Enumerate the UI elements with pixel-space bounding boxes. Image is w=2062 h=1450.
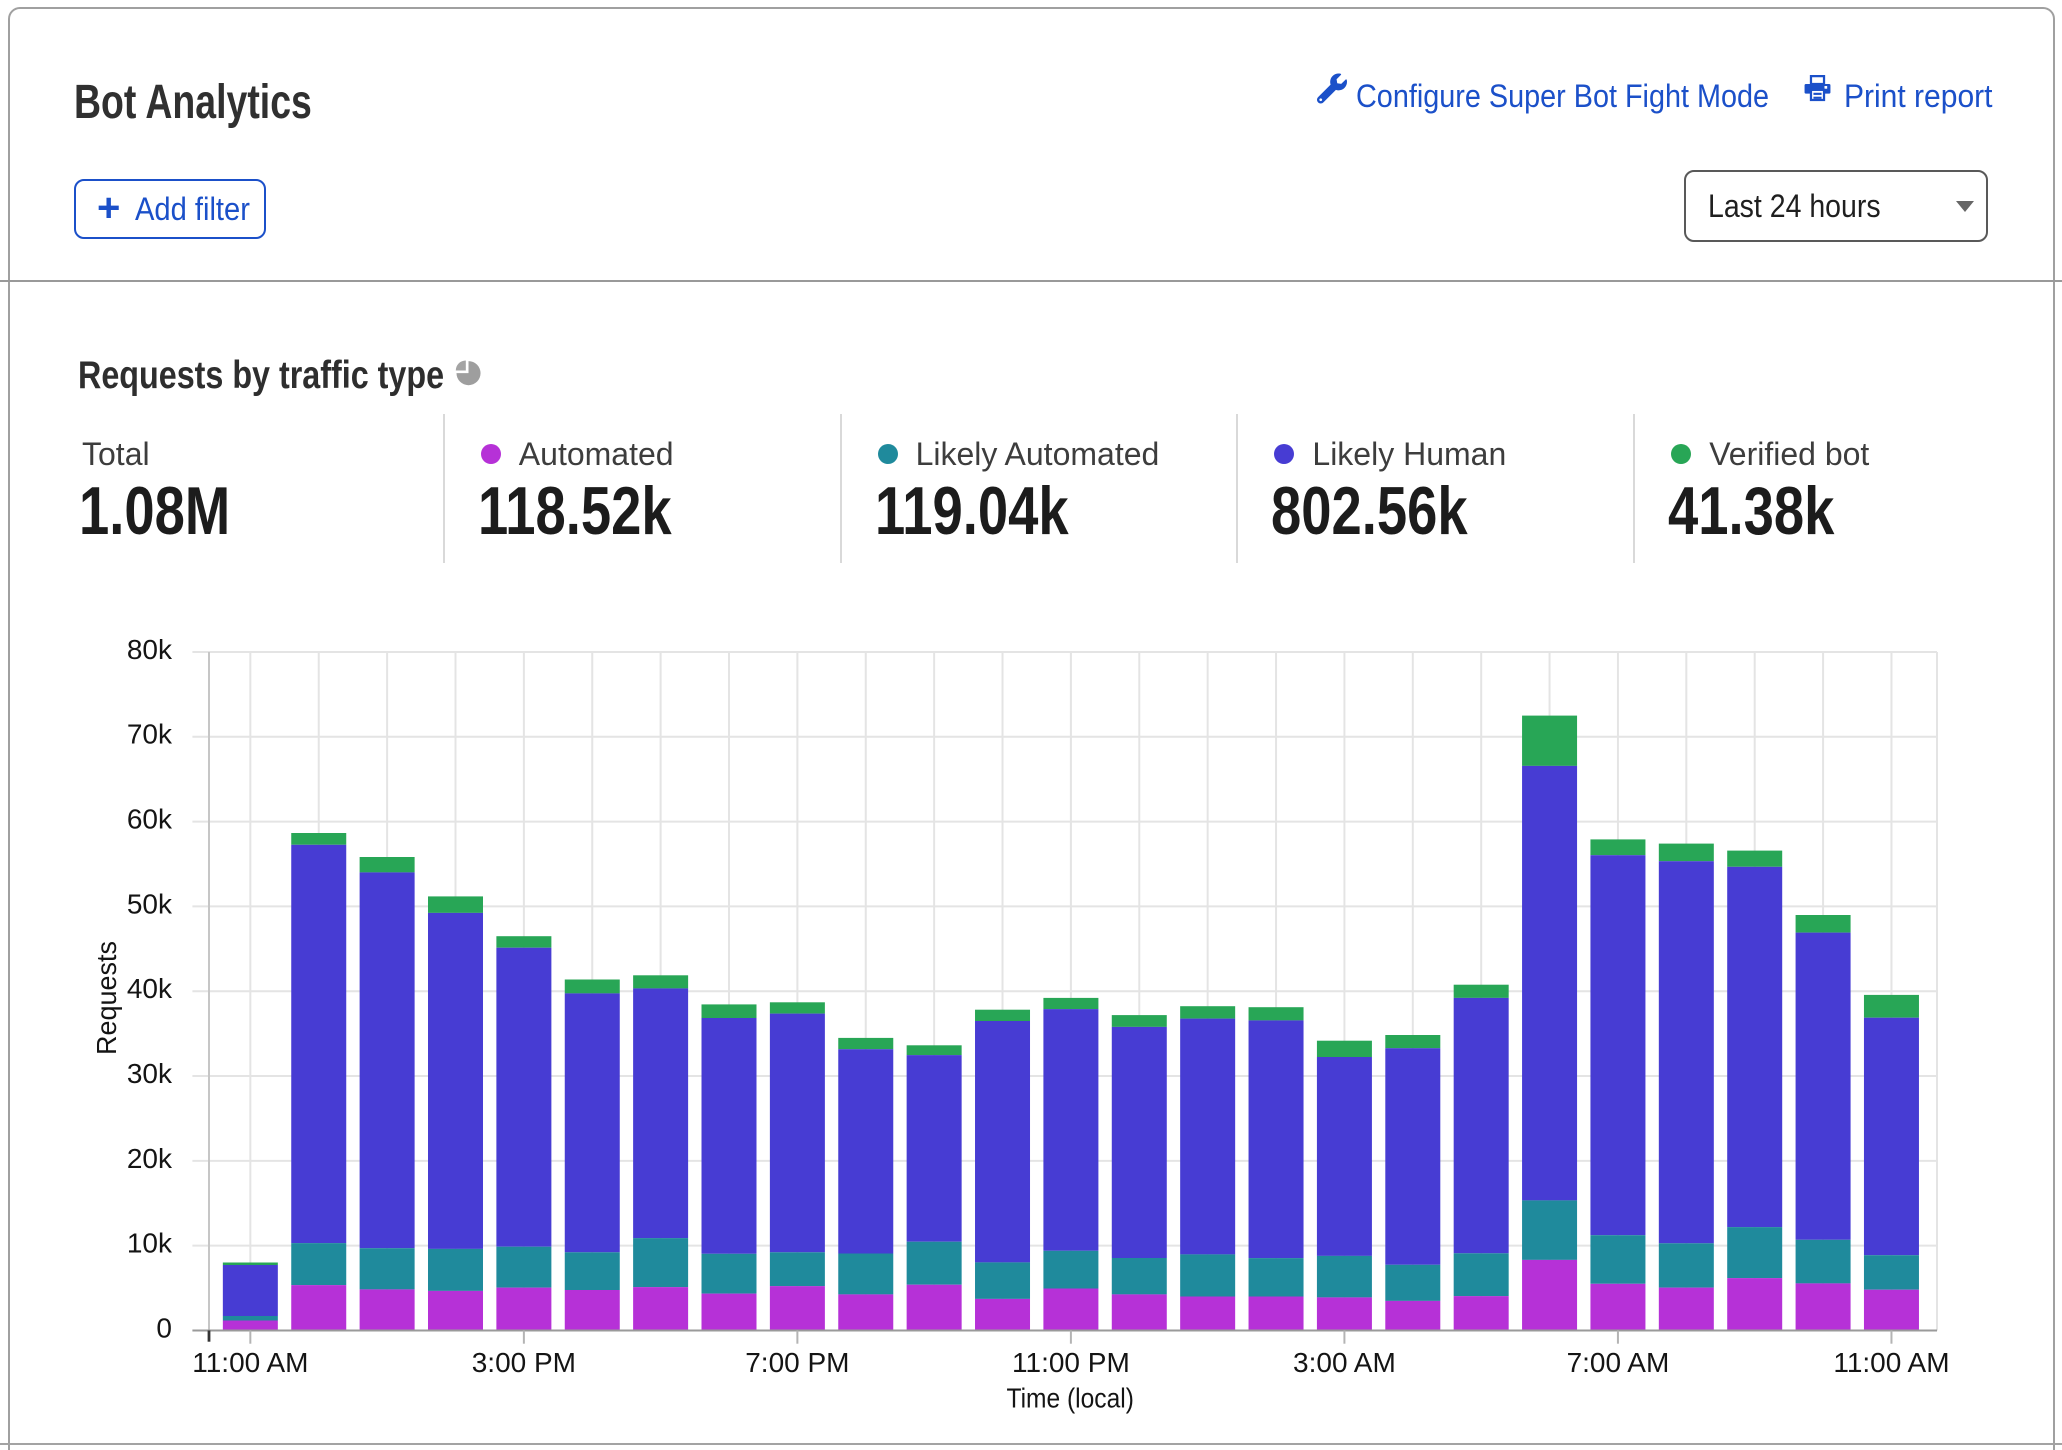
svg-text:80k: 80k: [127, 634, 173, 665]
svg-text:Time (local): Time (local): [1007, 1383, 1134, 1414]
svg-text:70k: 70k: [127, 719, 173, 750]
svg-text:11:00 AM: 11:00 AM: [1833, 1347, 1949, 1378]
svg-text:Requests: Requests: [91, 941, 122, 1055]
svg-text:11:00 AM: 11:00 AM: [192, 1347, 308, 1378]
svg-text:3:00 PM: 3:00 PM: [472, 1347, 576, 1378]
svg-text:10k: 10k: [127, 1228, 173, 1259]
svg-text:11:00 PM: 11:00 PM: [1012, 1347, 1130, 1378]
svg-text:30k: 30k: [127, 1058, 173, 1089]
svg-text:20k: 20k: [127, 1143, 173, 1174]
svg-text:7:00 PM: 7:00 PM: [745, 1347, 849, 1378]
svg-text:40k: 40k: [127, 973, 173, 1004]
svg-text:7:00 AM: 7:00 AM: [1567, 1347, 1670, 1378]
svg-text:50k: 50k: [127, 888, 173, 919]
svg-text:3:00 AM: 3:00 AM: [1293, 1347, 1396, 1378]
svg-text:0: 0: [156, 1312, 172, 1343]
svg-text:60k: 60k: [127, 804, 173, 835]
